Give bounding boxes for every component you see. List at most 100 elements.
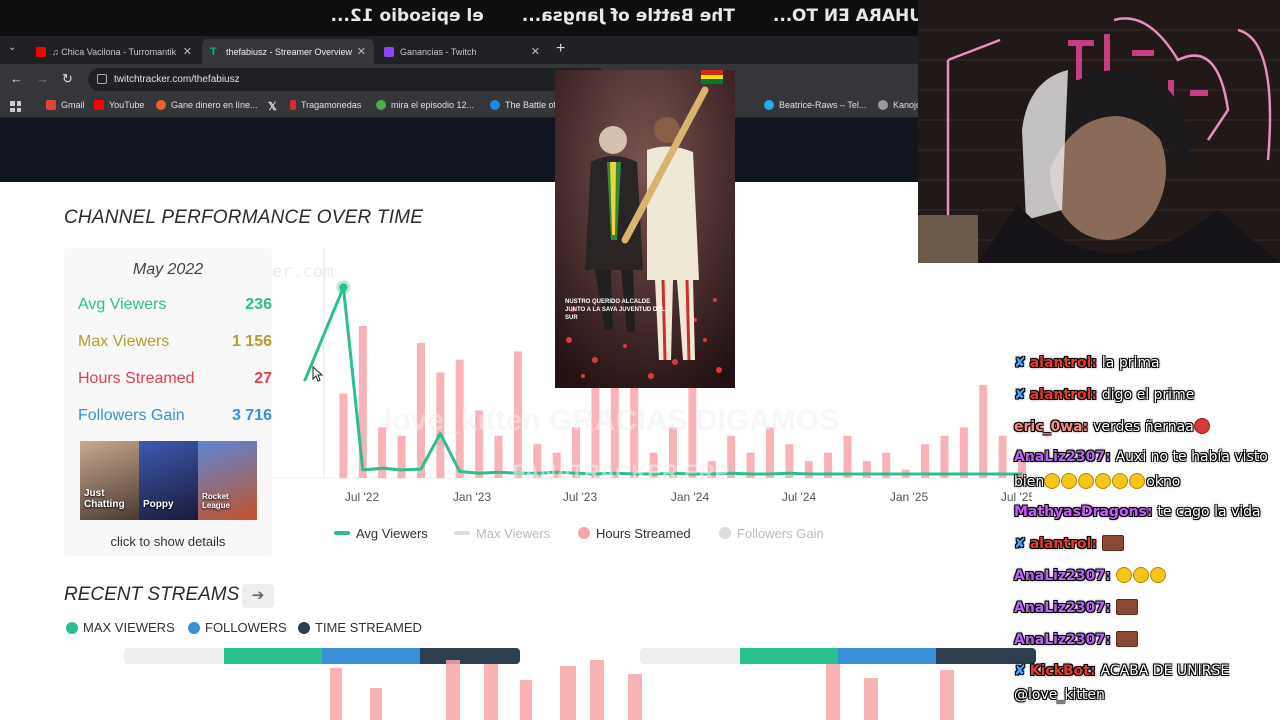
bookmark-x[interactable]: 𝕏 [268,100,277,113]
bookmark-beatrice[interactable]: Beatrice-Raws – Tel... [764,100,866,110]
chat-message: AnaLiz2307: [1014,599,1139,616]
back-arrow-icon[interactable]: ← [10,71,23,86]
stats-card[interactable]: May 2022 Avg Viewers 236 Max Viewers 1 1… [64,248,272,556]
verified-badge-icon: ✘ [1014,355,1026,371]
hours-streamed-bar [397,435,406,478]
legend-avg-viewers[interactable]: Avg Viewers [334,524,428,542]
hours-streamed-bar [843,435,852,478]
chat-message: bien okno [1014,473,1180,490]
legend-dot [298,621,310,634]
close-tab-icon[interactable]: ✕ [357,45,366,58]
hours-streamed-bar [940,435,949,478]
chat-colon: : [1091,355,1102,371]
chat-colon: : [1105,600,1116,616]
chat-username: AnaLiz2307 [1014,600,1106,616]
tab-label: ♫ Chica Vacilona - Turromantik [52,46,177,57]
hours-streamed-bar [979,385,988,478]
stream-frame: Beatrice-Raws – TeGmailMIZUHARA EN TO...… [0,0,1280,720]
chat-message: AnaLiz2307: [1014,631,1139,648]
x-tick-label: Jul '25 [1001,490,1032,504]
stat-hours-streamed: Hours Streamed 27 [78,370,272,387]
performance-title: CHANNEL PERFORMANCE OVER TIME [64,207,424,228]
emote-icon [1044,473,1061,489]
chat-username: eric_0wa [1014,419,1083,435]
close-tab-icon[interactable]: ✕ [531,45,540,58]
legend-max-viewers[interactable]: Max Viewers [454,524,550,542]
video-scene [555,70,735,388]
legend-swatch [719,527,731,539]
chat-text: bien [1014,474,1045,490]
hours-streamed-bar [339,393,348,478]
bookmark-gmail[interactable]: Gmail [46,100,85,110]
click-details-link[interactable]: click to show details [64,534,272,549]
legend-hours-streamed[interactable]: Hours Streamed [578,524,691,542]
tab-ganancias[interactable]: Ganancias - Twitch ✕ [376,39,548,64]
emote-icon [1129,473,1146,489]
chat-message: AnaLiz2307: Auxi no te había visto [1014,449,1268,465]
legend-followers-gain[interactable]: Followers Gain [719,524,824,542]
close-tab-icon[interactable]: ✕ [183,45,192,58]
hours-streamed-bar [998,435,1007,478]
thumb-just-chatting[interactable]: Just Chatting [80,441,139,520]
tab-chica-vacilona[interactable]: ♫ Chica Vacilona - Turromantik ✕ [28,39,200,64]
chat-colon: : [1105,449,1116,465]
leaf-icon [376,100,386,110]
chat-username: MathyasDragons [1014,504,1147,520]
chat-username: AnaLiz2307 [1014,632,1106,648]
tab-thefabiusz[interactable]: T thefabiusz - Streamer Overview ✕ [202,39,374,64]
chat-text: @love_kitten [1014,687,1105,703]
bookmark-gane-dinero[interactable]: Gane dinero en líne... [156,100,258,110]
url-input[interactable]: twitchtracker.com/thefabiusz [88,68,608,91]
emote-icon [1149,567,1166,583]
legend-swatch [578,527,590,539]
recent-streams-title: RECENT STREAMS [64,584,240,605]
chat-message: ✘ alantrol: digo el prime [1014,387,1194,403]
chat-text: digo el prime [1101,387,1195,403]
recent-streams-arrow-icon[interactable]: ➔ [242,584,274,608]
bookmark-episodio[interactable]: mira el episodio 12... [376,100,474,110]
chat-message: eric_0wa: verdes ñernaa [1014,418,1211,435]
tab-label: thefabiusz - Streamer Overview [226,46,353,57]
forward-arrow-icon[interactable]: → [36,71,49,86]
video-caption: NUSTRO QUERIDO ALCALDE JUNTO A LA SAYA J… [565,299,665,321]
emote-icon [1112,473,1129,489]
chat-message: ✘ alantrol: [1014,535,1125,552]
bolivia-flag-icon [701,70,723,84]
bookmark-battle[interactable]: The Battle of [490,100,556,110]
emote-icon [1101,535,1124,551]
x-icon: 𝕏 [268,101,277,113]
youtube-icon [94,100,104,110]
bookmark-youtube[interactable]: YouTube [94,100,144,110]
hours-streamed-bar [959,427,968,478]
emote-icon [1061,473,1078,489]
legend-dot [66,621,78,634]
twitchtracker-favicon-icon: T [210,45,217,58]
slot-icon [290,100,296,110]
recent-legend-time-streamed: TIME STREAMED [298,620,422,635]
reload-icon[interactable]: ↻ [62,71,73,87]
telegram-icon [764,100,774,110]
apps-grid-icon[interactable] [10,101,21,112]
x-tick-label: Jan '24 [671,490,710,504]
emote-icon [1078,473,1095,489]
site-info-icon[interactable] [97,74,107,84]
legend-swatch [334,531,350,535]
tab-label: Ganancias - Twitch [400,46,477,57]
stat-avg-viewers: Avg Viewers 236 [78,296,272,313]
chat-text: la prima [1101,355,1160,371]
bookmark-tragamonedas[interactable]: Tragamonedas [290,100,361,110]
twitch-favicon-icon [384,46,394,57]
thumb-poppy[interactable]: Poppy [139,441,198,520]
chat-message: AnaLiz2307: [1014,567,1167,584]
chat-username: alantrol [1029,387,1092,403]
emote-icon [1132,567,1149,583]
thumb-rocket-league[interactable]: Rocket League [198,441,257,520]
new-tab-button[interactable]: + [556,40,565,58]
tab-search-icon[interactable]: ⌄ [8,42,16,53]
verified-badge-icon: ✘ [1014,387,1026,403]
chat-text-after: okno [1146,474,1181,490]
chat-username: alantrol [1029,355,1092,371]
highlight-point [339,283,348,292]
url-text: twitchtracker.com/thefabiusz [114,74,240,85]
bookmark-kanojo[interactable]: Kanojo [878,100,921,110]
